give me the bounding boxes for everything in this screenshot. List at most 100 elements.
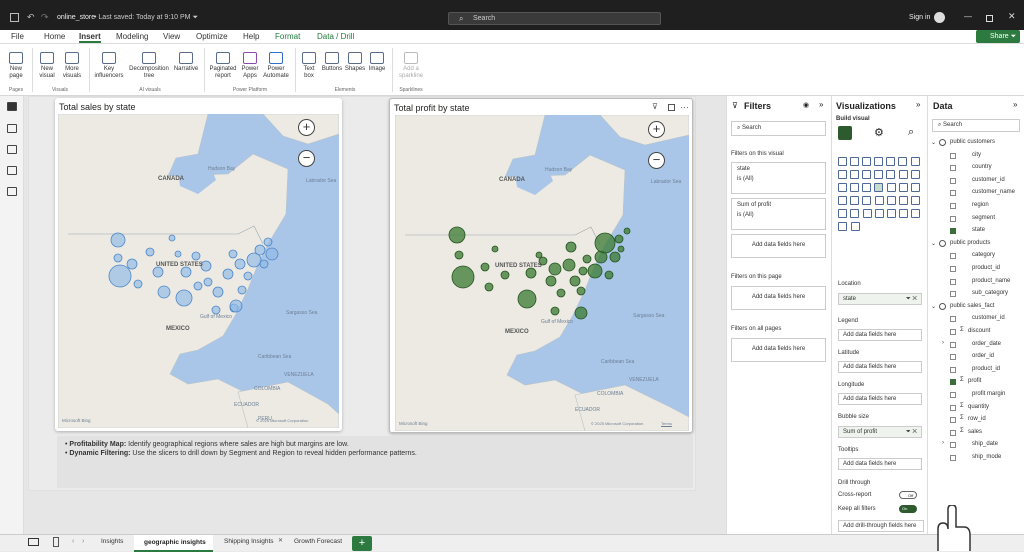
- format-visual-icon[interactable]: ⚙: [874, 126, 884, 139]
- save-icon[interactable]: [10, 13, 19, 22]
- image-button[interactable]: Image: [366, 52, 388, 73]
- power-automate-button[interactable]: Power Automate: [261, 52, 291, 80]
- collapse-icon[interactable]: »: [916, 100, 920, 109]
- search-box[interactable]: ⌕ Search: [448, 12, 661, 25]
- sign-in-link[interactable]: Sign in: [909, 14, 930, 21]
- field-item[interactable]: segment: [928, 214, 1024, 226]
- field-item[interactable]: product_id: [928, 264, 1024, 276]
- undo-icon[interactable]: ↶: [27, 12, 35, 23]
- field-item[interactable]: customer_id: [928, 314, 1024, 326]
- map-visual-profit[interactable]: Total profit by state ⊽ … CANADA Hudson …: [389, 98, 693, 433]
- expand-icon[interactable]: ›: [942, 440, 944, 446]
- donut-icon[interactable]: [849, 183, 859, 192]
- latitude-well[interactable]: Add data fields here: [838, 361, 922, 373]
- field-item[interactable]: › order_date: [928, 340, 1024, 352]
- shapes-button[interactable]: Shapes: [344, 52, 366, 73]
- menu-data-drill[interactable]: Data / Drill: [317, 32, 354, 41]
- field-item[interactable]: sub_category: [928, 289, 1024, 301]
- narrative-icon[interactable]: [887, 209, 897, 218]
- buttons-button[interactable]: Buttons: [320, 52, 344, 73]
- close-icon[interactable]: ✕: [1008, 11, 1016, 22]
- menu-view[interactable]: View: [163, 32, 180, 41]
- location-well[interactable]: state ⏷ ✕: [838, 293, 922, 305]
- field-checkbox[interactable]: [950, 152, 956, 159]
- filter-icon[interactable]: ⊽: [652, 102, 658, 111]
- field-item[interactable]: customer_id: [928, 176, 1024, 188]
- clustered-bar-icon[interactable]: [861, 157, 871, 166]
- notes-textbox[interactable]: • Profitability Map: Identify geographic…: [57, 436, 693, 488]
- line-chart-icon[interactable]: [911, 157, 921, 166]
- ribbon-chart-icon[interactable]: [873, 170, 883, 179]
- remove-field-icon[interactable]: ⏷ ✕: [906, 296, 917, 303]
- filter-card-state[interactable]: state is (All): [731, 162, 826, 194]
- field-checkbox[interactable]: [950, 165, 956, 172]
- add-filter-all[interactable]: Add data fields here: [731, 338, 826, 362]
- field-item[interactable]: › ship_date: [928, 440, 1024, 452]
- zoom-in-button[interactable]: +: [648, 121, 665, 138]
- narrative-button[interactable]: Narrative: [172, 52, 200, 73]
- field-item[interactable]: customer_name: [928, 188, 1024, 200]
- tab-shipping-insights[interactable]: Shipping Insights: [224, 538, 274, 545]
- close-tab-icon[interactable]: ✕: [278, 537, 283, 544]
- menu-optimize[interactable]: Optimize: [196, 32, 228, 41]
- drill-through-well[interactable]: Add drill-through fields here: [838, 520, 924, 532]
- azure-map-icon[interactable]: [899, 183, 909, 192]
- legend-well[interactable]: Add data fields here: [838, 329, 922, 341]
- bubble-size-well[interactable]: Sum of profit ⏷ ✕: [838, 426, 922, 438]
- menu-home[interactable]: Home: [44, 32, 65, 41]
- field-item[interactable]: category: [928, 251, 1024, 263]
- new-visual-button[interactable]: New visual: [35, 52, 59, 80]
- r-visual-icon[interactable]: [911, 196, 921, 205]
- table-view-icon[interactable]: [7, 124, 17, 133]
- stacked-area-icon[interactable]: [849, 170, 859, 179]
- treemap-icon[interactable]: [861, 183, 871, 192]
- report-canvas[interactable]: Total sales by state CANADA Hudson Bay L…: [24, 96, 726, 534]
- model-view-icon[interactable]: [7, 145, 17, 154]
- zoom-out-button[interactable]: −: [298, 150, 315, 167]
- tab-growth-forecast[interactable]: Growth Forecast: [294, 538, 342, 545]
- stacked-bar-icon[interactable]: [837, 157, 847, 166]
- map-area[interactable]: CANADA Hudson Bay Labrador Sea UNITED ST…: [395, 115, 689, 431]
- collapse-chevron-icon[interactable]: ⌄: [931, 240, 936, 247]
- menu-insert[interactable]: Insert: [79, 32, 101, 43]
- clustered-column-icon[interactable]: [873, 157, 883, 166]
- tooltips-well[interactable]: Add data fields here: [838, 458, 922, 470]
- mobile-layout-icon[interactable]: [53, 537, 59, 547]
- menu-modeling[interactable]: Modeling: [116, 32, 148, 41]
- field-item[interactable]: profit margin: [928, 390, 1024, 402]
- filter-card-profit[interactable]: Sum of profit is (All): [731, 198, 826, 230]
- field-checkbox[interactable]: [950, 190, 956, 197]
- add-filter-page[interactable]: Add data fields here: [731, 286, 826, 310]
- field-checkbox[interactable]: [950, 215, 956, 222]
- more-visuals-button[interactable]: More visuals: [59, 52, 85, 80]
- report-view-icon[interactable]: [7, 102, 17, 111]
- field-item[interactable]: country: [928, 163, 1024, 175]
- matrix-icon[interactable]: [899, 196, 909, 205]
- prev-page-icon[interactable]: ‹: [72, 538, 74, 545]
- menu-format[interactable]: Format: [275, 32, 300, 41]
- field-checkbox[interactable]: [950, 177, 956, 184]
- scatter-icon[interactable]: [911, 170, 921, 179]
- avatar-icon[interactable]: [934, 12, 945, 23]
- qa-icon[interactable]: [875, 209, 885, 218]
- collapse-chevron-icon[interactable]: ⌄: [931, 139, 936, 146]
- terms-link[interactable]: Terms: [661, 421, 672, 426]
- redo-icon[interactable]: ↷: [41, 12, 49, 23]
- add-filter-visual[interactable]: Add data fields here: [731, 234, 826, 258]
- field-checkbox[interactable]: [950, 455, 956, 461]
- field-checkbox[interactable]: [950, 429, 956, 436]
- power-apps-icon[interactable]: [911, 209, 921, 218]
- area-chart-icon[interactable]: [837, 170, 847, 179]
- field-checkbox[interactable]: [950, 329, 956, 335]
- field-checkbox[interactable]: [950, 266, 956, 272]
- longitude-well[interactable]: Add data fields here: [838, 393, 922, 405]
- new-page-button[interactable]: New page: [4, 52, 28, 80]
- filter-search-input[interactable]: ⌕ Search: [731, 121, 826, 136]
- field-item[interactable]: Σprofit: [928, 377, 1024, 389]
- field-checkbox[interactable]: [950, 278, 956, 285]
- focus-mode-icon[interactable]: [668, 104, 675, 111]
- kpi-icon[interactable]: [861, 196, 871, 205]
- field-item[interactable]: Σdiscount: [928, 327, 1024, 339]
- multi-row-card-icon[interactable]: [849, 196, 859, 205]
- card-icon[interactable]: [837, 196, 847, 205]
